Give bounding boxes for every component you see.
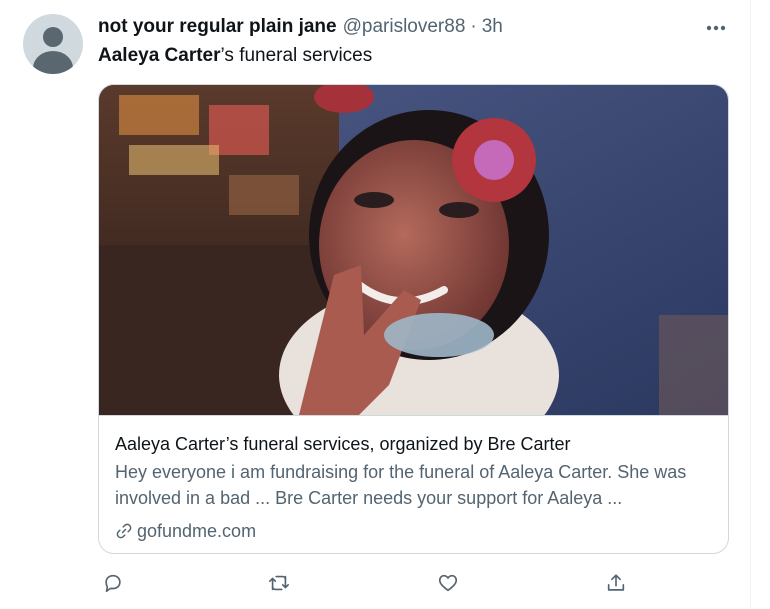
like-button[interactable] xyxy=(433,568,463,598)
separator-dot: · xyxy=(470,16,477,37)
retweet-icon xyxy=(269,575,289,591)
tweet-header: not your regular plain jane @parislover8… xyxy=(98,15,503,39)
tweet[interactable]: not your regular plain jane @parislover8… xyxy=(0,0,770,609)
card-domain-text: gofundme.com xyxy=(137,521,257,541)
card-title: Aaleya Carter’s funeral services, organi… xyxy=(115,434,571,454)
card-description: Hey everyone i am fundraising for the fu… xyxy=(115,462,687,508)
reply-icon xyxy=(105,574,121,593)
avatar-head xyxy=(43,27,63,47)
share-icon xyxy=(607,574,625,591)
action-bar xyxy=(98,568,658,600)
retweet-button[interactable] xyxy=(264,568,294,598)
tweet-text-name: Aaleya Carter xyxy=(98,45,221,66)
tweet-text-rest: ’s funeral services xyxy=(220,45,373,66)
link-icon xyxy=(116,523,132,539)
tweet-timestamp[interactable]: 3h xyxy=(482,15,503,39)
card-body[interactable]: Aaleya Carter’s funeral services, organi… xyxy=(99,415,728,553)
share-button[interactable] xyxy=(601,568,631,598)
user-handle[interactable]: @parislover88 xyxy=(343,15,466,39)
more-icon xyxy=(706,25,726,31)
avatar-body xyxy=(33,51,73,74)
reply-button[interactable] xyxy=(98,568,128,598)
avatar[interactable] xyxy=(23,14,83,74)
column-border xyxy=(750,0,751,609)
display-name[interactable]: not your regular plain jane xyxy=(98,15,337,39)
more-options-button[interactable] xyxy=(700,14,732,42)
heart-icon xyxy=(438,574,458,592)
card-image[interactable] xyxy=(99,85,729,415)
link-card[interactable]: Aaleya Carter’s funeral services, organi… xyxy=(98,84,729,554)
card-domain: gofundme.com xyxy=(115,519,256,543)
tweet-text: Aaleya Carter’s funeral services xyxy=(98,44,372,68)
